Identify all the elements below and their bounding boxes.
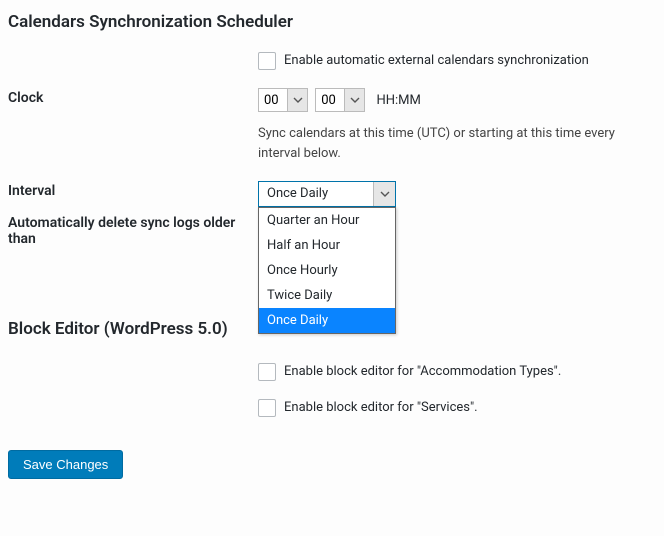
interval-option[interactable]: Once Hourly: [259, 258, 395, 283]
interval-option[interactable]: Twice Daily: [259, 283, 395, 308]
chevron-down-icon: [380, 189, 390, 199]
clock-label: Clock: [8, 88, 258, 106]
interval-option[interactable]: Quarter an Hour: [259, 208, 395, 233]
clock-help-text: Sync calendars at this time (UTC) or sta…: [258, 124, 656, 163]
enable-sync-checkbox[interactable]: [258, 52, 276, 70]
empty-label: [8, 363, 258, 365]
empty-label: [8, 399, 258, 401]
interval-label: Interval: [8, 181, 258, 199]
block-editor-services-label: Enable block editor for "Services".: [284, 399, 478, 417]
chevron-down-icon: [350, 95, 360, 105]
chevron-down-icon: [293, 95, 303, 105]
block-editor-accom-label: Enable block editor for "Accommodation T…: [284, 363, 561, 381]
interval-select[interactable]: Once Daily: [258, 181, 396, 207]
page-title: Calendars Synchronization Scheduler: [8, 12, 656, 32]
save-button[interactable]: Save Changes: [8, 450, 123, 479]
clock-hours-input[interactable]: [258, 88, 288, 112]
interval-dropdown-list: Quarter an Hour Half an Hour Once Hourly…: [258, 207, 396, 334]
block-editor-services-checkbox[interactable]: [258, 399, 276, 417]
clock-hours-chevron[interactable]: [288, 88, 308, 112]
auto-delete-label: Automatically delete sync logs older tha…: [8, 213, 258, 247]
clock-minutes-chevron[interactable]: [345, 88, 365, 112]
interval-selected-value: Once Daily: [259, 182, 373, 206]
clock-format-hint: HH:MM: [376, 93, 420, 108]
clock-minutes-input[interactable]: [315, 88, 345, 112]
enable-sync-label: Enable automatic external calendars sync…: [284, 52, 589, 70]
interval-option[interactable]: Once Daily: [259, 308, 395, 333]
interval-option[interactable]: Half an Hour: [259, 233, 395, 258]
interval-chevron[interactable]: [373, 182, 395, 206]
empty-label: [8, 52, 258, 54]
block-editor-accom-checkbox[interactable]: [258, 363, 276, 381]
